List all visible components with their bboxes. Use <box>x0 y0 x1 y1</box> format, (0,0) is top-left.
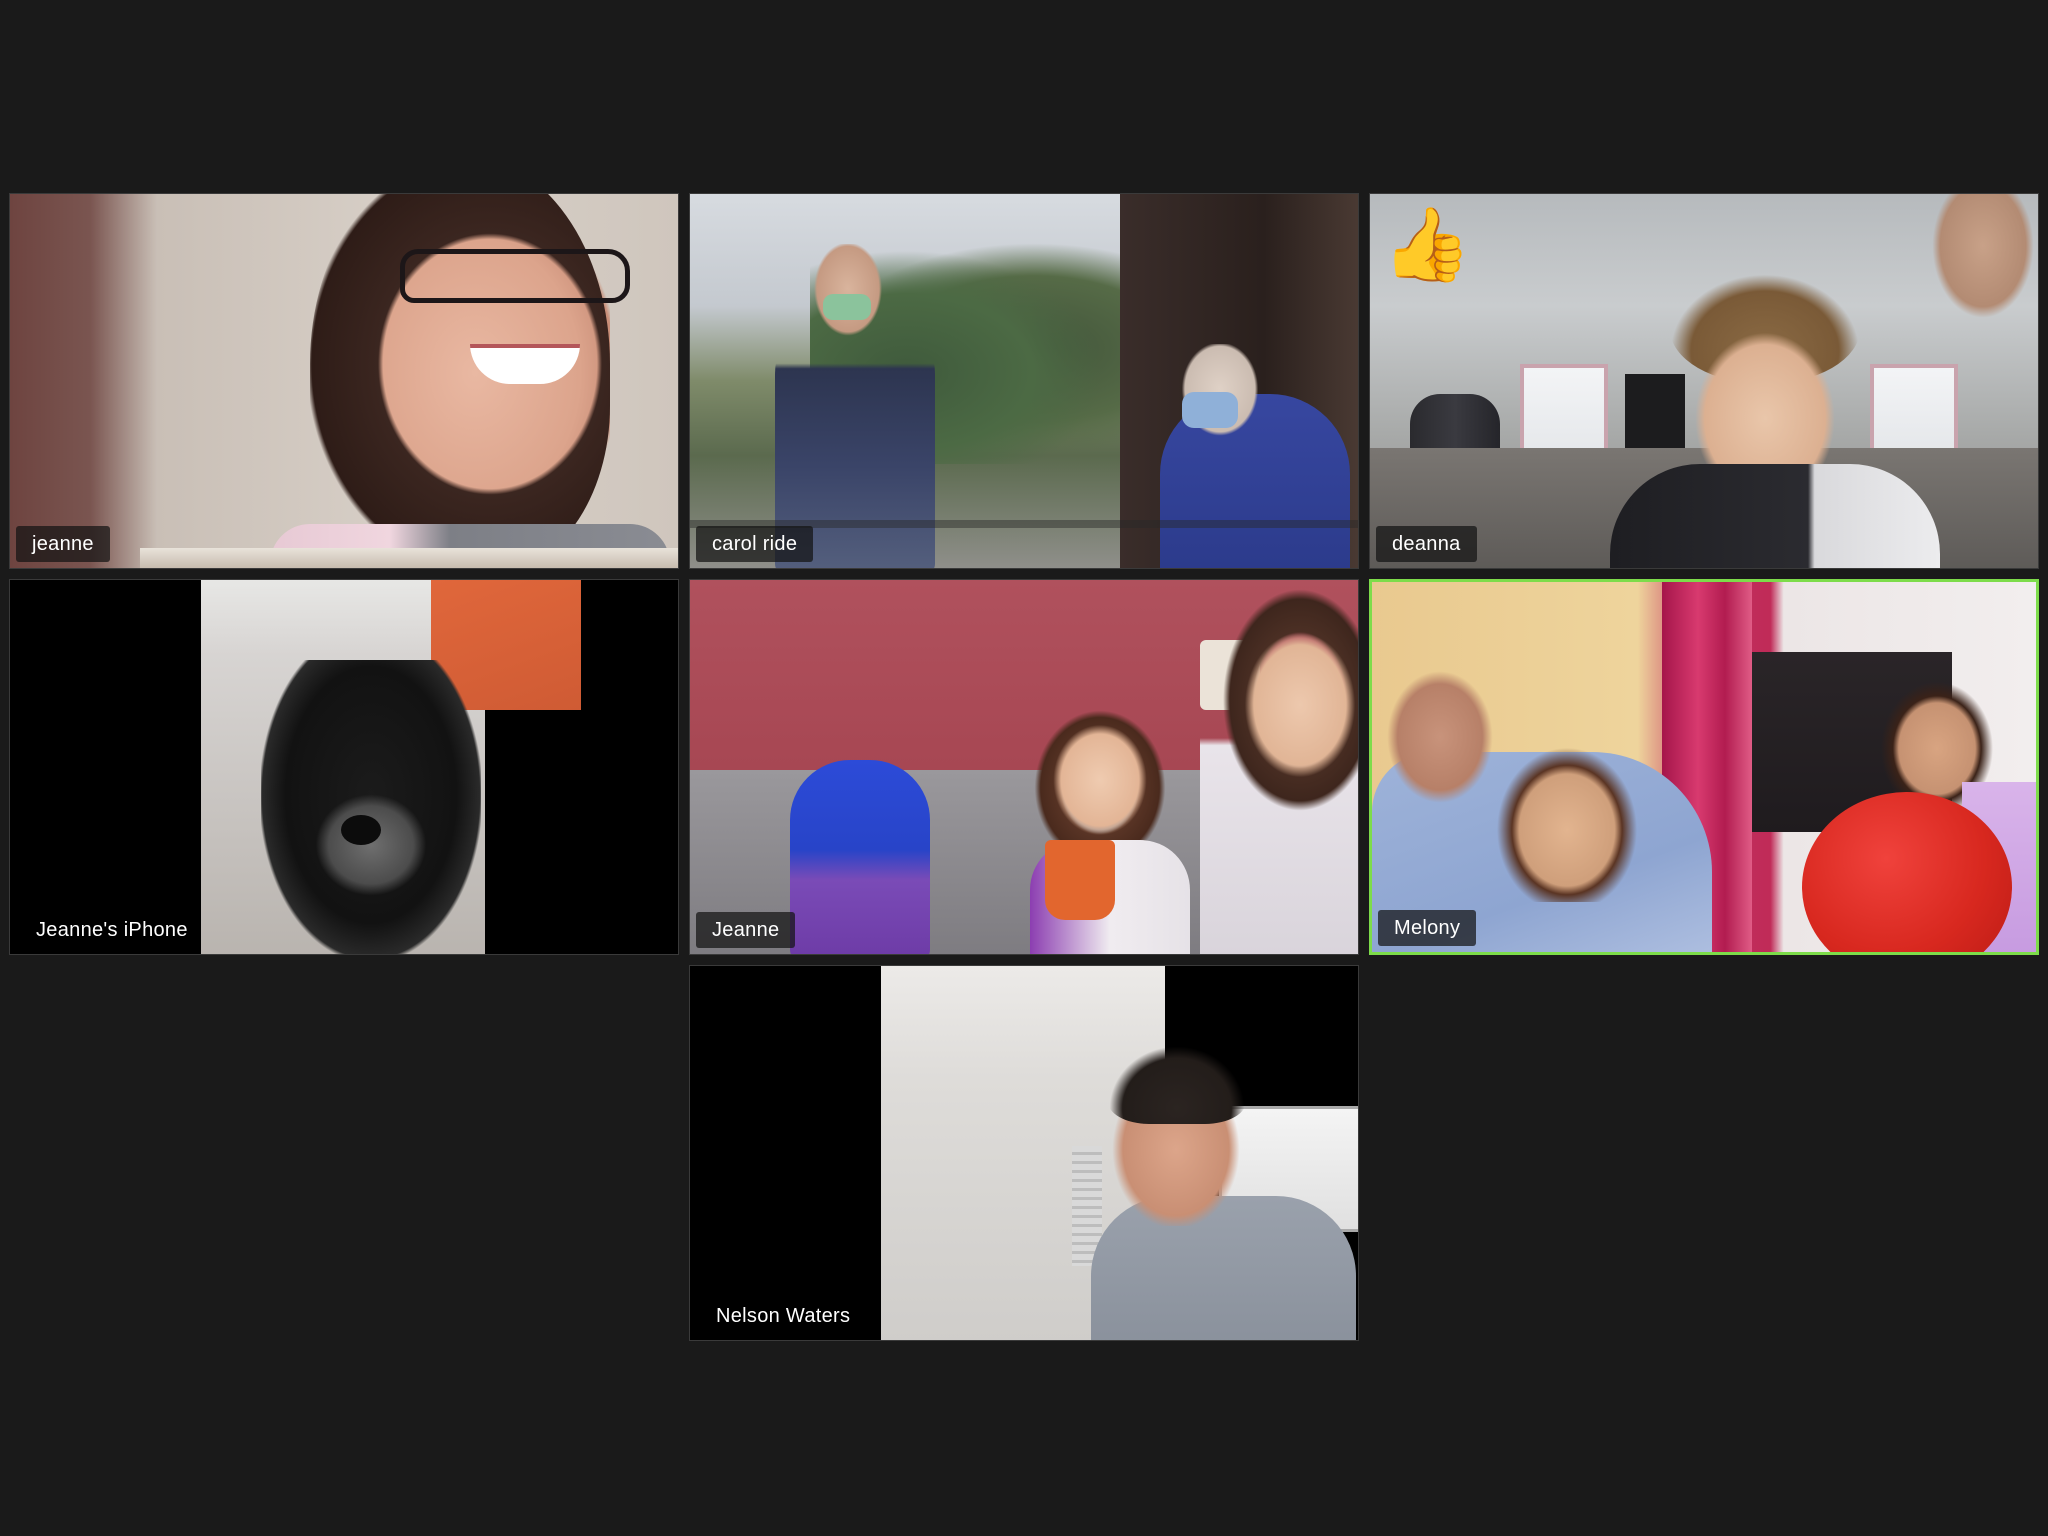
video-feed <box>690 194 1358 568</box>
participant-name-label: Melony <box>1378 910 1477 946</box>
video-feed <box>690 966 1358 1340</box>
participant-tile-jeannes-iphone[interactable]: Jeanne's iPhone <box>9 579 679 955</box>
participant-name-label: carol ride <box>696 526 814 562</box>
participant-name-label: deanna <box>1376 526 1477 562</box>
video-feed <box>690 580 1358 954</box>
video-feed <box>10 580 678 954</box>
participant-tile-jeanne-group[interactable]: Jeanne <box>689 579 1359 955</box>
video-feed <box>1372 582 2036 952</box>
participant-name-label: jeanne <box>16 526 110 562</box>
participant-tile-carol-ride[interactable]: carol ride <box>689 193 1359 569</box>
thumbs-up-reaction-icon: 👍 <box>1382 202 1472 286</box>
participant-tile-nelson-waters[interactable]: Nelson Waters <box>689 965 1359 1341</box>
participant-tile-deanna[interactable]: 👍 deanna <box>1369 193 2039 569</box>
participant-name-label: Jeanne's iPhone <box>36 919 188 941</box>
participant-tile-jeanne[interactable]: jeanne <box>9 193 679 569</box>
participant-name-label: Jeanne <box>696 912 796 948</box>
gallery-view: jeanne carol ride 👍 deanna Jeanne's iPho… <box>0 0 2048 1536</box>
participant-name-label: Nelson Waters <box>716 1305 851 1327</box>
participant-tile-melony[interactable]: Melony <box>1369 579 2039 955</box>
video-feed <box>10 194 678 568</box>
